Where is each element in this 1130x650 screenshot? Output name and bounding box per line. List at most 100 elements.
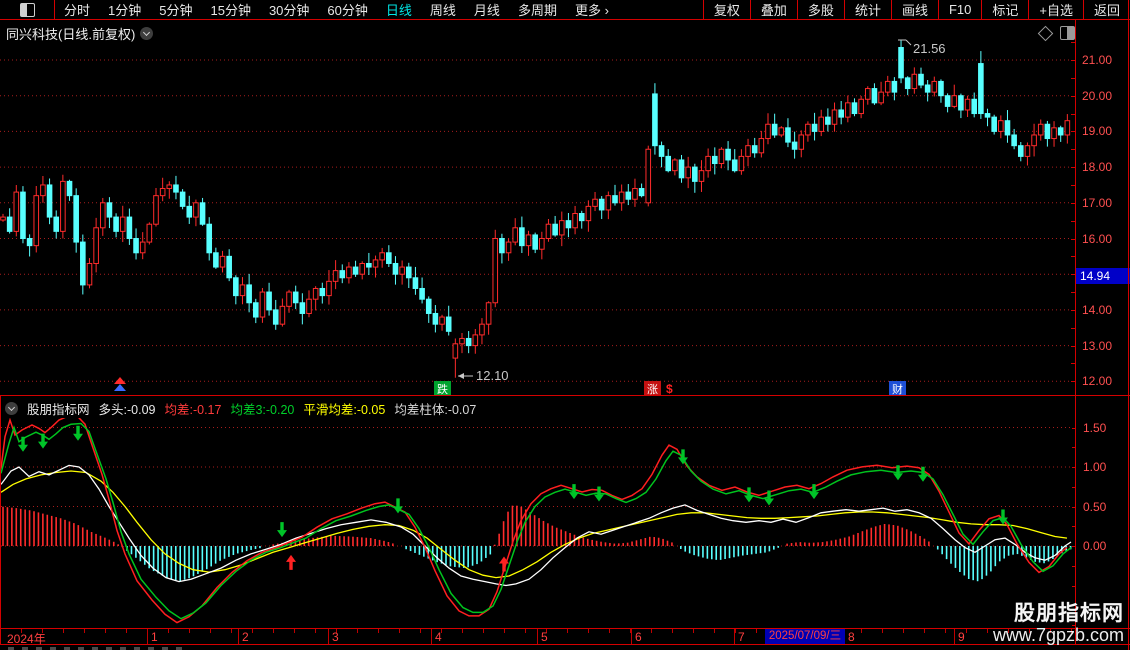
price-axis-label: 20.00 [1082,88,1113,103]
menu-item-0[interactable]: 分时 [55,0,99,19]
sell-arrow-icon [38,433,48,449]
chart-corner-icons [1037,25,1075,41]
month-label: 6 [635,630,642,644]
month-label: 9 [958,630,965,644]
diamond-icon[interactable] [1037,25,1054,41]
fall-badge: 跌 [434,381,451,395]
app-window: { "menu_bar": { "left_items": [ {"label"… [0,0,1130,650]
month-label: 4 [435,630,442,644]
indicator-axis-label: 1.00 [1083,460,1107,474]
wealth-badge: 财 [889,381,906,395]
date-axis: 2024年 1 2 3 4 5 6 7 8 9 2025/07/09/三 [0,628,1130,646]
menu-item-6[interactable]: 日线 [377,0,421,19]
indicator-field-0: 多头:-0.09 [98,403,156,417]
menu-item-4[interactable]: 30分钟 [260,0,318,19]
tool-menu-item-0[interactable]: 复权 [702,0,750,19]
selected-date-tag: 2025/07/09/三 [765,629,845,644]
right-border-line [1128,0,1129,650]
month-label: 1 [151,630,158,644]
indicator-chart [1,418,1073,624]
menu-item-3[interactable]: 15分钟 [201,0,259,19]
price-axis-label: 14.00 [1082,302,1113,317]
menu-item-5[interactable]: 60分钟 [318,0,376,19]
sell-arrow-icon [678,449,688,465]
chart-title-text: 同兴科技(日线.前复权) [6,27,136,42]
month-divider [537,629,538,644]
axis-divider-line [1075,20,1076,645]
month-divider [147,629,148,644]
date-ticks [1,629,1076,633]
period-menu: 分时 1分钟 5分钟 15分钟 30分钟 60分钟 日线 周线 月线 多周期 更多 › [55,0,618,19]
tool-menu-item-4[interactable]: 画线 [890,0,938,19]
mountain-marker-icon [114,377,126,391]
price-axis-label: 13.00 [1082,338,1113,353]
chevron-down-icon[interactable] [140,27,154,40]
watermark-brand: 股朋指标网 [1014,601,1124,625]
menu-item-9[interactable]: 多周期 [509,0,566,19]
candlestick-chart: 21.56 12.10 跌 涨 财 $ [0,39,1072,395]
menu-item-2[interactable]: 5分钟 [150,0,201,19]
tool-menu-item-1[interactable]: 叠加 [749,0,797,19]
svg-text:涨: 涨 [647,383,658,395]
tool-menu-item-2[interactable]: 多股 [796,0,844,19]
chart-title: 同兴科技(日线.前复权) [6,24,154,43]
month-label: 7 [738,630,745,644]
top-menu-bar: 分时 1分钟 5分钟 15分钟 30分钟 60分钟 日线 周线 月线 多周期 更多 › 复权 叠加 多股… [0,0,1130,20]
main-chart-area: 21.56 12.10 跌 涨 财 $ 同兴科技(日线.前复权) 21.00 20.00 19… [0,20,1130,395]
month-divider [631,629,632,644]
month-divider [954,629,955,644]
sell-arrow-icon [744,487,754,503]
watermark: 股朋指标网 www.7gpzb.com [992,601,1124,645]
split-square-icon [19,2,35,17]
month-label: 3 [332,630,339,644]
tool-menu-item-6[interactable]: 标记 [981,0,1028,19]
tool-menu-item-7[interactable]: +自选 [1028,0,1083,19]
indicator-field-4: 均差柱体:-0.07 [394,403,477,417]
svg-text:跌: 跌 [437,382,448,395]
svg-text:财: 财 [892,382,903,395]
dollar-marker: $ [666,382,673,395]
indicator-field-1: 均差:-0.17 [164,403,222,417]
month-label: 2 [242,630,249,644]
buy-arrow-icon [286,554,296,570]
tool-menu-item-3[interactable]: 统计 [843,0,891,19]
indicator-axis-label: 0.50 [1083,499,1107,514]
price-axis-label: 19.00 [1082,124,1113,139]
price-axis-label: 16.00 [1082,231,1113,246]
sell-arrow-icon [18,436,28,452]
window-menu-button[interactable] [0,0,55,19]
month-label: 8 [848,630,855,644]
bottom-sliver [0,646,1130,650]
month-divider [734,629,735,644]
rise-badge: 涨 [644,381,661,395]
high-annotation: 21.56 [913,41,946,56]
price-axis-label: 17.00 [1082,195,1113,210]
price-axis-label: 18.00 [1082,160,1113,175]
menu-item-7[interactable]: 周线 [421,0,465,19]
tool-menu-item-8[interactable]: 返回 [1082,0,1130,19]
menu-item-10[interactable]: 更多 › [566,0,618,19]
indicator-name: 股朋指标网 [27,403,90,417]
price-tag: 14.94 [1076,268,1130,285]
menu-item-8[interactable]: 月线 [465,0,509,19]
indicator-header: 股朋指标网 多头:-0.09 均差:-0.17 均差3:-0.20 平滑均差:-0.0… [5,399,476,418]
year-label: 2024年 [7,632,46,646]
tool-menu-item-5[interactable]: F10 [937,0,981,19]
indicator-axis-label: 0.00 [1083,539,1107,553]
chevron-down-icon[interactable] [5,402,18,415]
indicator-field-2: 均差3:-0.20 [230,403,295,417]
menu-item-1[interactable]: 1分钟 [99,0,150,19]
indicator-axis-label: 1.50 [1083,420,1107,435]
month-divider [431,629,432,644]
tools-menu: 复权 叠加 多股 统计 画线 F10 标记 +自选 返回 [702,0,1130,19]
month-label: 5 [541,630,548,644]
watermark-url: www.7gpzb.com [992,624,1124,645]
indicator-field-3: 平滑均差:-0.05 [303,403,386,417]
month-divider [238,629,239,644]
price-axis-label: 12.00 [1082,374,1113,389]
sell-arrow-icon [277,522,287,538]
low-annotation: 12.10 [476,368,509,383]
indicator-panel: 股朋指标网 多头:-0.09 均差:-0.17 均差3:-0.20 平滑均差:-0.0… [0,395,1130,628]
price-axis-label: 21.00 [1082,53,1113,67]
panel-toggle-icon[interactable] [1060,26,1075,40]
